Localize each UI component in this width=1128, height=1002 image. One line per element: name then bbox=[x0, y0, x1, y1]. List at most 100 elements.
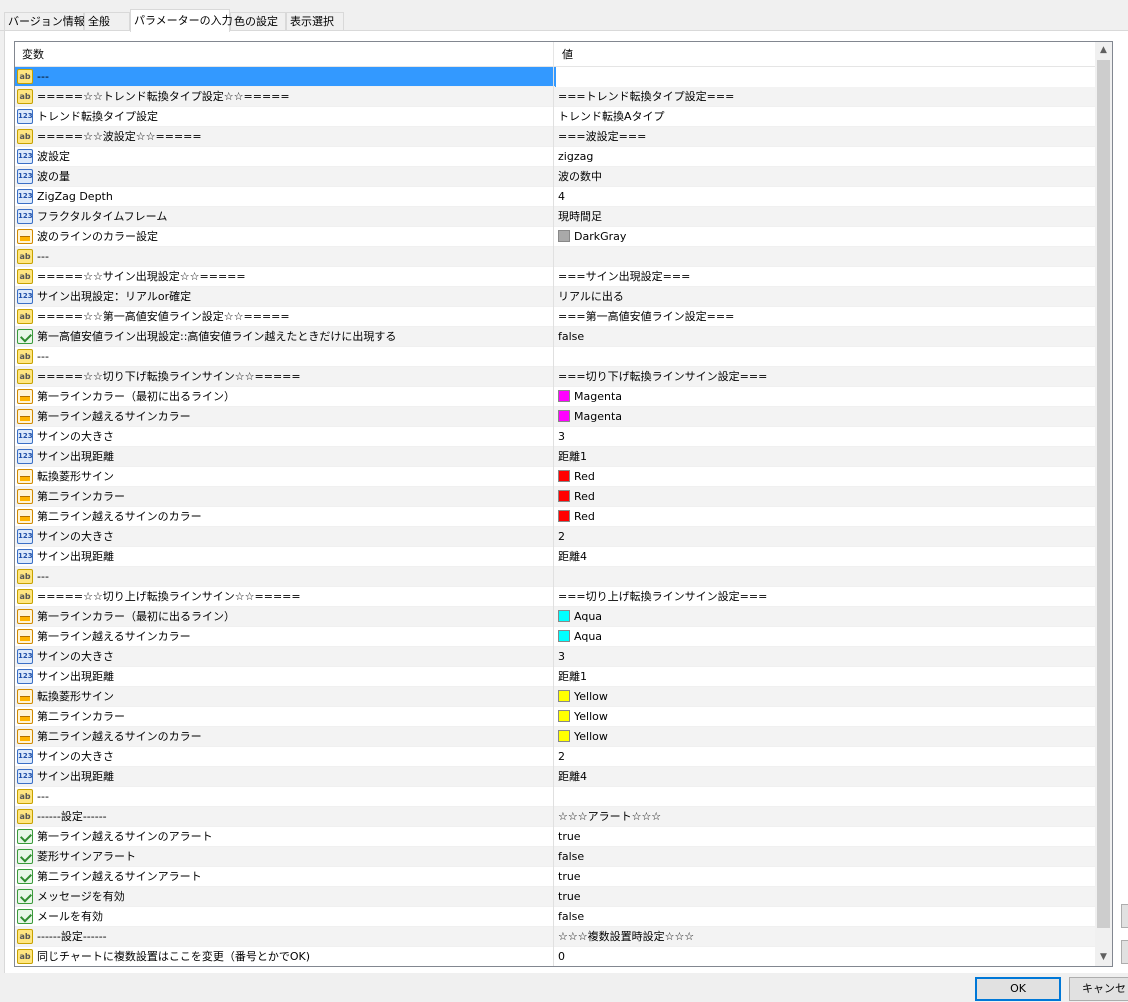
variable-cell[interactable]: 123 サイン出現距離 bbox=[15, 667, 554, 687]
variable-cell[interactable]: 波のラインのカラー設定 bbox=[15, 227, 554, 247]
table-row[interactable]: 123 波の量 波の数中 bbox=[15, 167, 1095, 187]
variable-cell[interactable]: ab --- bbox=[15, 247, 554, 267]
value-cell[interactable]: ===波設定=== bbox=[555, 127, 1095, 147]
variable-cell[interactable]: 123 サイン出現距離 bbox=[15, 447, 554, 467]
variable-cell[interactable]: ab ------設定------ bbox=[15, 927, 554, 947]
value-cell[interactable] bbox=[555, 787, 1095, 807]
vertical-scrollbar[interactable]: ▲ ▼ bbox=[1095, 42, 1112, 966]
value-cell[interactable]: Yellow bbox=[555, 707, 1095, 727]
value-cell[interactable]: 2 bbox=[555, 527, 1095, 547]
variable-cell[interactable]: ab ------設定------ bbox=[15, 807, 554, 827]
variable-cell[interactable]: ab --- bbox=[15, 67, 554, 87]
variable-cell[interactable]: 123 波設定 bbox=[15, 147, 554, 167]
table-row[interactable]: 123 サイン出現設定：リアルor確定 リアルに出る bbox=[15, 287, 1095, 307]
table-row[interactable]: 第一高値安値ライン出現設定::高値安値ライン越えたときだけに出現する false bbox=[15, 327, 1095, 347]
table-row[interactable]: ab --- bbox=[15, 67, 1095, 87]
tab-display-select[interactable]: 表示選択 bbox=[286, 12, 344, 31]
variable-cell[interactable]: 123 トレンド転換タイプ設定 bbox=[15, 107, 554, 127]
table-row[interactable]: 第一ライン越えるサインのアラート true bbox=[15, 827, 1095, 847]
value-cell[interactable]: zigzag bbox=[555, 147, 1095, 167]
value-cell[interactable]: ☆☆☆複数設置時設定☆☆☆ bbox=[555, 927, 1095, 947]
variable-cell[interactable]: メールを有効 bbox=[15, 907, 554, 927]
table-row[interactable]: ab =====☆☆切り下げ転換ラインサイン☆☆===== ===切り下げ転換ライン… bbox=[15, 367, 1095, 387]
column-header-variable[interactable]: 変数 bbox=[15, 42, 554, 67]
tab-color-settings[interactable]: 色の設定 bbox=[230, 12, 286, 31]
table-row[interactable]: 123 サイン出現距離 距離4 bbox=[15, 767, 1095, 787]
variable-cell[interactable]: ab =====☆☆切り上げ転換ラインサイン☆☆===== bbox=[15, 587, 554, 607]
variable-cell[interactable]: メッセージを有効 bbox=[15, 887, 554, 907]
scroll-up-arrow-icon[interactable]: ▲ bbox=[1095, 42, 1112, 59]
value-cell[interactable]: ===トレンド転換タイプ設定=== bbox=[555, 87, 1095, 107]
table-row[interactable]: ab --- bbox=[15, 247, 1095, 267]
variable-cell[interactable]: 第一高値安値ライン出現設定::高値安値ライン越えたときだけに出現する bbox=[15, 327, 554, 347]
value-cell[interactable]: ===切り下げ転換ラインサイン設定=== bbox=[555, 367, 1095, 387]
variable-cell[interactable]: 第一ライン越えるサインカラー bbox=[15, 627, 554, 647]
column-header-value[interactable]: 値 bbox=[555, 42, 1095, 67]
table-row[interactable]: 123 フラクタルタイムフレーム 現時間足 bbox=[15, 207, 1095, 227]
variable-cell[interactable]: 第一ラインカラー（最初に出るライン） bbox=[15, 607, 554, 627]
value-cell[interactable]: Aqua bbox=[555, 627, 1095, 647]
table-row[interactable]: 第二ラインカラー Red bbox=[15, 487, 1095, 507]
table-row[interactable]: ab --- bbox=[15, 787, 1095, 807]
table-row[interactable]: ab --- bbox=[15, 567, 1095, 587]
table-row[interactable]: 第二ライン越えるサインのカラー Red bbox=[15, 507, 1095, 527]
table-row[interactable]: 123 サイン出現距離 距離4 bbox=[15, 547, 1095, 567]
scroll-down-arrow-icon[interactable]: ▼ bbox=[1095, 949, 1112, 966]
table-row[interactable]: 菱形サインアラート false bbox=[15, 847, 1095, 867]
variable-cell[interactable]: 123 波の量 bbox=[15, 167, 554, 187]
variable-cell[interactable]: 第一ライン越えるサインカラー bbox=[15, 407, 554, 427]
variable-cell[interactable]: ab =====☆☆波設定☆☆===== bbox=[15, 127, 554, 147]
variable-cell[interactable]: 転換菱形サイン bbox=[15, 687, 554, 707]
value-cell[interactable]: ☆☆☆アラート☆☆☆ bbox=[555, 807, 1095, 827]
variable-cell[interactable]: 123 サインの大きさ bbox=[15, 647, 554, 667]
table-row[interactable]: ab 同じチャートに複数設置はここを変更（番号とかでOK) 0 bbox=[15, 947, 1095, 966]
value-cell[interactable]: リアルに出る bbox=[555, 287, 1095, 307]
value-cell[interactable]: Red bbox=[555, 467, 1095, 487]
table-row[interactable]: 第二ライン越えるサインのカラー Yellow bbox=[15, 727, 1095, 747]
variable-cell[interactable]: 第二ラインカラー bbox=[15, 707, 554, 727]
variable-cell[interactable]: 123 サイン出現距離 bbox=[15, 547, 554, 567]
value-cell[interactable]: true bbox=[555, 887, 1095, 907]
table-row[interactable]: ab --- bbox=[15, 347, 1095, 367]
value-cell[interactable]: Magenta bbox=[555, 387, 1095, 407]
value-cell[interactable]: 距離1 bbox=[555, 447, 1095, 467]
variable-cell[interactable]: ab =====☆☆第一高値安値ライン設定☆☆===== bbox=[15, 307, 554, 327]
variable-cell[interactable]: 123 サインの大きさ bbox=[15, 527, 554, 547]
table-row[interactable]: 123 サインの大きさ 3 bbox=[15, 647, 1095, 667]
table-row[interactable]: 123 サイン出現距離 距離1 bbox=[15, 667, 1095, 687]
value-cell[interactable]: false bbox=[555, 847, 1095, 867]
variable-cell[interactable]: ab --- bbox=[15, 567, 554, 587]
value-cell[interactable]: トレンド転換Aタイプ bbox=[555, 107, 1095, 127]
value-cell[interactable]: Red bbox=[555, 487, 1095, 507]
variable-cell[interactable]: 第一ライン越えるサインのアラート bbox=[15, 827, 554, 847]
table-row[interactable]: メールを有効 false bbox=[15, 907, 1095, 927]
table-row[interactable]: ab ------設定------ ☆☆☆アラート☆☆☆ bbox=[15, 807, 1095, 827]
tab-parameters[interactable]: パラメーターの入力 bbox=[130, 9, 233, 32]
table-row[interactable]: 123 サインの大きさ 3 bbox=[15, 427, 1095, 447]
variable-cell[interactable]: ab =====☆☆サイン出現設定☆☆===== bbox=[15, 267, 554, 287]
variable-cell[interactable]: 菱形サインアラート bbox=[15, 847, 554, 867]
value-cell[interactable] bbox=[555, 347, 1095, 367]
variable-cell[interactable]: 123 サイン出現設定：リアルor確定 bbox=[15, 287, 554, 307]
value-cell[interactable]: Magenta bbox=[555, 407, 1095, 427]
value-cell[interactable]: ===切り上げ転換ラインサイン設定=== bbox=[555, 587, 1095, 607]
table-row[interactable]: 123 サイン出現距離 距離1 bbox=[15, 447, 1095, 467]
cancel-button[interactable]: キャンセ bbox=[1069, 977, 1128, 1001]
side-button-top[interactable] bbox=[1121, 904, 1128, 928]
value-cell[interactable] bbox=[555, 247, 1095, 267]
table-row[interactable]: ab ------設定------ ☆☆☆複数設置時設定☆☆☆ bbox=[15, 927, 1095, 947]
value-cell[interactable]: 距離1 bbox=[555, 667, 1095, 687]
value-cell[interactable]: Aqua bbox=[555, 607, 1095, 627]
value-cell[interactable]: Yellow bbox=[555, 727, 1095, 747]
value-cell[interactable]: 0 bbox=[555, 947, 1095, 966]
value-cell[interactable]: DarkGray bbox=[555, 227, 1095, 247]
table-row[interactable]: ab =====☆☆切り上げ転換ラインサイン☆☆===== ===切り上げ転換ライン… bbox=[15, 587, 1095, 607]
variable-cell[interactable]: ab =====☆☆切り下げ転換ラインサイン☆☆===== bbox=[15, 367, 554, 387]
variable-cell[interactable]: ab --- bbox=[15, 347, 554, 367]
variable-cell[interactable]: 123 フラクタルタイムフレーム bbox=[15, 207, 554, 227]
table-row[interactable]: 123 サインの大きさ 2 bbox=[15, 747, 1095, 767]
variable-cell[interactable]: 第二ライン越えるサインアラート bbox=[15, 867, 554, 887]
table-row[interactable]: 第一ライン越えるサインカラー Aqua bbox=[15, 627, 1095, 647]
value-cell[interactable]: 3 bbox=[555, 427, 1095, 447]
tab-general[interactable]: 全般 bbox=[84, 12, 130, 31]
